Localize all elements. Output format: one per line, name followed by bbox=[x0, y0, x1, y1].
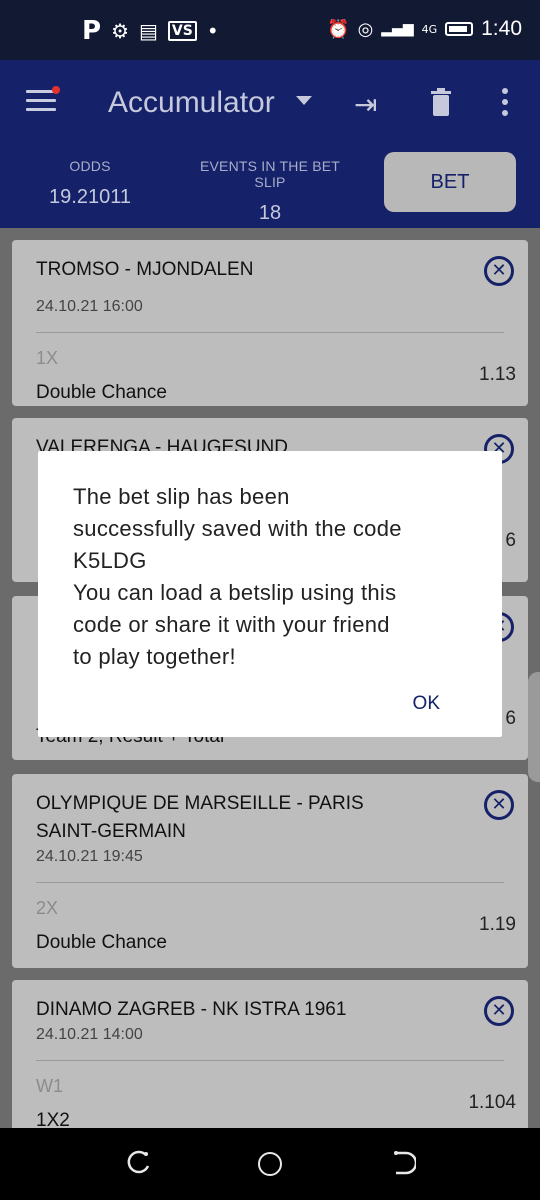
hotspot-icon: ◎ bbox=[357, 18, 374, 40]
event-odd: 1.104 bbox=[468, 1092, 516, 1113]
event-odd: 1.13 bbox=[479, 364, 516, 385]
p-app-icon: P bbox=[82, 16, 102, 46]
event-odd: 6 bbox=[505, 530, 516, 551]
notification-dot-icon bbox=[52, 86, 60, 94]
event-datetime: 24.10.21 14:00 bbox=[36, 1026, 143, 1043]
list-item: DINAMO ZAGREB - NK ISTRA 1961 24.10.21 1… bbox=[12, 980, 528, 1128]
events-value: 18 bbox=[258, 202, 282, 224]
status-bar: P ⚙ ▤ VS • ⏰ ◎ ▂▄▆ 4G 1:40 bbox=[0, 0, 540, 60]
ok-button[interactable]: OK bbox=[413, 693, 440, 715]
list-item: TROMSO - MJONDALEN 24.10.21 16:00 1X Dou… bbox=[12, 240, 528, 406]
status-system-icons: ⏰ ◎ ▂▄▆ 4G 1:40 bbox=[327, 17, 522, 41]
event-datetime: 24.10.21 19:45 bbox=[36, 848, 143, 865]
event-teams: DINAMO ZAGREB - NK ISTRA 1961 bbox=[36, 999, 347, 1020]
back-icon[interactable] bbox=[392, 1150, 418, 1182]
remove-event-icon[interactable]: ✕ bbox=[484, 256, 514, 286]
vs-app-icon: VS bbox=[167, 21, 197, 41]
dialog-message: The bet slip has been successfully saved… bbox=[73, 481, 473, 673]
share-export-icon[interactable]: ⇥ bbox=[354, 88, 377, 121]
event-datetime: 24.10.21 16:00 bbox=[36, 298, 143, 315]
network-type-label: 4G bbox=[421, 22, 438, 36]
system-nav-bar bbox=[0, 1128, 540, 1200]
signal-icon: ▂▄▆ bbox=[381, 21, 414, 37]
recent-apps-icon[interactable] bbox=[126, 1150, 152, 1182]
divider bbox=[36, 882, 504, 883]
more-notifications-dot-icon: • bbox=[206, 19, 219, 43]
divider bbox=[36, 332, 504, 333]
events-label: EVENTS IN THE BET SLIP bbox=[199, 158, 341, 190]
event-teams: TROMSO - MJONDALEN bbox=[36, 259, 254, 280]
menu-icon[interactable] bbox=[26, 86, 60, 114]
event-odd: 6 bbox=[505, 708, 516, 729]
odds-stat: ODDS 19.21011 bbox=[40, 158, 140, 209]
divider bbox=[36, 1060, 504, 1061]
message-notification-icon: ▤ bbox=[139, 19, 158, 43]
scroll-handle[interactable] bbox=[528, 672, 540, 782]
chevron-down-icon[interactable] bbox=[296, 96, 312, 105]
battery-icon bbox=[445, 22, 474, 36]
home-icon[interactable] bbox=[258, 1152, 282, 1176]
event-market: Double Chance bbox=[36, 382, 167, 403]
bet-type-title[interactable]: Accumulator bbox=[108, 86, 275, 120]
alarm-icon: ⏰ bbox=[327, 18, 350, 40]
trash-icon[interactable] bbox=[430, 88, 452, 123]
clock: 1:40 bbox=[481, 17, 522, 40]
event-odd: 1.19 bbox=[479, 914, 516, 935]
event-pick: W1 bbox=[36, 1076, 63, 1096]
list-item: OLYMPIQUE DE MARSEILLE - PARIS SAINT-GER… bbox=[12, 774, 528, 968]
settings-notification-icon: ⚙ bbox=[111, 19, 129, 43]
app-header: Accumulator ⇥ ODDS 19.21011 EVENTS IN TH… bbox=[0, 60, 540, 228]
event-pick: 2X bbox=[36, 898, 59, 918]
remove-event-icon[interactable]: ✕ bbox=[484, 996, 514, 1026]
betslip-code: K5LDG bbox=[73, 548, 147, 573]
events-stat: EVENTS IN THE BET SLIP 18 bbox=[184, 158, 356, 225]
more-options-icon[interactable] bbox=[500, 88, 510, 121]
event-teams: OLYMPIQUE DE MARSEILLE - PARIS SAINT-GER… bbox=[36, 793, 364, 842]
odds-value: 19.21011 bbox=[49, 186, 131, 208]
event-market: 1X2 bbox=[36, 1110, 70, 1128]
status-app-icons: P ⚙ ▤ VS • bbox=[82, 16, 219, 46]
save-betslip-dialog: The bet slip has been successfully saved… bbox=[38, 451, 502, 737]
remove-event-icon[interactable]: ✕ bbox=[484, 790, 514, 820]
bet-button[interactable]: BET bbox=[384, 152, 516, 212]
event-pick: 1X bbox=[36, 348, 59, 368]
odds-label: ODDS bbox=[69, 158, 111, 174]
event-market: Double Chance bbox=[36, 932, 167, 953]
